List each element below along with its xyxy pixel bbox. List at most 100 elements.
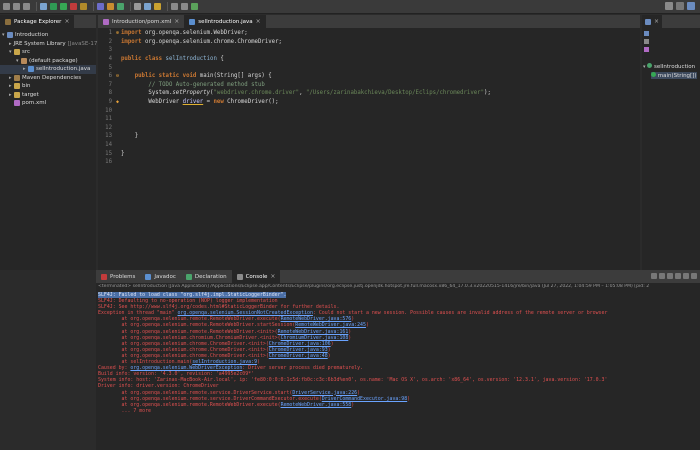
console-text: Exception in thread "main" [98, 310, 178, 317]
close-icon[interactable]: × [654, 18, 659, 25]
tree-item[interactable]: ▸ selIntroduction.java [0, 65, 96, 74]
back-icon[interactable] [171, 3, 178, 10]
java-perspective-icon[interactable] [687, 2, 695, 10]
perspective-icon[interactable] [676, 2, 684, 10]
stack-trace-link[interactable]: RemoteWebDriver.java:245 [295, 322, 366, 328]
console-text: ) [407, 395, 411, 402]
code-token: = [203, 99, 214, 106]
open-type-icon[interactable] [144, 3, 151, 10]
close-icon[interactable]: × [174, 18, 179, 25]
clear-console-icon[interactable] [667, 273, 673, 279]
sort-icon[interactable] [644, 31, 649, 36]
outline-class-item[interactable]: ▾ selIntroduction [643, 63, 695, 70]
code-line[interactable]: 1 ⊕ import org.openqa.selenium.WebDriver; [98, 29, 640, 38]
new-icon[interactable] [3, 3, 10, 10]
close-icon[interactable]: × [270, 273, 275, 280]
code-line[interactable]: 14 [98, 141, 640, 150]
new-package-icon[interactable] [107, 3, 114, 10]
code-token: , [299, 90, 306, 97]
stack-trace-link[interactable]: ChromeDriver.java:48 [269, 353, 328, 359]
code-line[interactable]: 2 import org.openqa.selenium.chrome.Chrom… [98, 38, 640, 47]
tree-item[interactable]: ▾ (default package) [0, 57, 96, 66]
tab-outline[interactable]: × [642, 15, 663, 28]
tree-item[interactable]: ▾ src [0, 48, 96, 57]
remove-launch-icon[interactable] [659, 273, 665, 279]
open-console-icon[interactable] [691, 273, 697, 279]
next-annotation-icon[interactable] [154, 3, 161, 10]
stack-trace-link[interactable]: ChromiumDriver.java:108 [281, 335, 349, 341]
outline-method-item[interactable]: main(String[]) [651, 72, 697, 79]
stack-trace-link[interactable]: ChromeDriver.java:106 [269, 341, 331, 347]
print-icon[interactable] [23, 3, 30, 10]
code-line[interactable]: 3 [98, 46, 640, 55]
external-tools-icon[interactable] [80, 3, 87, 10]
search-icon[interactable] [665, 2, 673, 10]
tab-package-explorer[interactable]: Package Explorer × [0, 15, 75, 28]
forward-icon[interactable] [181, 3, 188, 10]
close-icon[interactable]: × [256, 18, 261, 25]
coverage-icon[interactable] [70, 3, 77, 10]
stack-trace-link[interactable]: org.openqa.selenium.SessionNotCreatedExc… [178, 310, 313, 316]
tab-javadoc[interactable]: Javadoc [140, 270, 181, 283]
code-editor: Introduction/pom.xml × selIntroduction.jav… [98, 15, 640, 270]
stack-trace-link[interactable]: RemoteWebDriver.java:161 [278, 329, 349, 335]
stack-trace-link[interactable]: RemoteWebDriver.java:576 [281, 316, 352, 322]
chevron-right-icon[interactable]: ▸ [9, 41, 12, 47]
code-line[interactable]: 15} [98, 149, 640, 158]
code-line[interactable]: 10 [98, 106, 640, 115]
build-icon[interactable] [40, 3, 47, 10]
console-text: ) [327, 346, 331, 353]
tab-editor[interactable]: Introduction/pom.xml × [98, 15, 184, 28]
console-text: SLF4J: Failed to load class "org.slf4j.i… [98, 292, 287, 298]
new-class-icon[interactable] [117, 3, 124, 10]
tab-editor[interactable]: selIntroduction.java × [184, 15, 266, 28]
terminate-icon[interactable] [651, 273, 657, 279]
hide-fields-icon[interactable] [644, 39, 649, 44]
console-text: at org.openqa.selenium.chrome.ChromeDriv… [98, 346, 269, 353]
code-line[interactable]: 8 System. setProperty("webdriver.chrome.d… [98, 89, 640, 98]
stack-trace-link[interactable]: RemoteWebDriver.java:558 [281, 402, 352, 408]
code-line[interactable]: 13 } [98, 132, 640, 141]
method-icon [651, 72, 656, 77]
debug-icon[interactable] [50, 3, 57, 10]
hide-static-icon[interactable] [644, 47, 649, 52]
tab-problems[interactable]: Problems [96, 270, 140, 283]
tree-item[interactable]: pom.xml [0, 99, 96, 108]
tree-item[interactable]: ▸ target [0, 91, 96, 100]
stack-trace-link[interactable]: DriverService.java:226 [292, 390, 357, 396]
console-output[interactable]: SLF4J: Failed to load class "org.slf4j.i… [98, 292, 698, 414]
console-launch-header: <terminated> selIntroduction [Java Appli… [98, 284, 650, 289]
tab-declaration[interactable]: Declaration [181, 270, 232, 283]
code-line[interactable]: 5 [98, 63, 640, 72]
code-line[interactable]: 11 [98, 115, 640, 124]
stack-trace-link[interactable]: org.openqa.selenium.WebDriverException [130, 365, 242, 371]
new-java-project-icon[interactable] [97, 3, 104, 10]
close-icon[interactable]: × [64, 18, 69, 25]
pin-icon[interactable] [191, 3, 198, 10]
javadoc-icon [145, 273, 152, 280]
code-token: main(String[] args) { [199, 73, 272, 80]
code-area[interactable]: 1 ⊕ import org.openqa.selenium.WebDriver; 2… [98, 29, 640, 167]
pin-console-icon[interactable] [683, 273, 689, 279]
scroll-lock-icon[interactable] [675, 273, 681, 279]
console-text: at org.openqa.selenium.chrome.ChromeDriv… [98, 340, 269, 347]
stack-trace-link[interactable]: ChromeDriver.java:93 [269, 347, 328, 353]
tab-console[interactable]: Console × [231, 270, 281, 283]
stack-trace-link[interactable]: DriverCommandExecutor.java:98 [322, 396, 407, 402]
code-line[interactable]: 16 [98, 158, 640, 167]
code-line[interactable]: 12 [98, 124, 640, 133]
run-icon[interactable] [60, 3, 67, 10]
class-icon [647, 63, 653, 68]
code-line[interactable]: 7 // TODO Auto-generated method stub [98, 81, 640, 90]
code-line[interactable]: 9 ◆ WebDriver driver = new ChromeDriver()… [98, 98, 640, 107]
tree-item[interactable]: ▸ Maven Dependencies [0, 74, 96, 83]
code-line[interactable]: 6 ⊖ public static void main(String[] args… [98, 72, 640, 81]
tree-item[interactable]: ▾ Introduction [0, 31, 96, 40]
tree-item[interactable]: ▸ JRE System Library [JavaSE-17] [0, 40, 100, 49]
search-icon[interactable] [134, 3, 141, 10]
code-line[interactable]: 4 public class selIntroduction { [98, 55, 640, 64]
save-icon[interactable] [13, 3, 20, 10]
stack-trace-link[interactable]: selIntroduction.java:9 [192, 359, 257, 365]
tree-item[interactable]: ▸ bin [0, 82, 96, 91]
